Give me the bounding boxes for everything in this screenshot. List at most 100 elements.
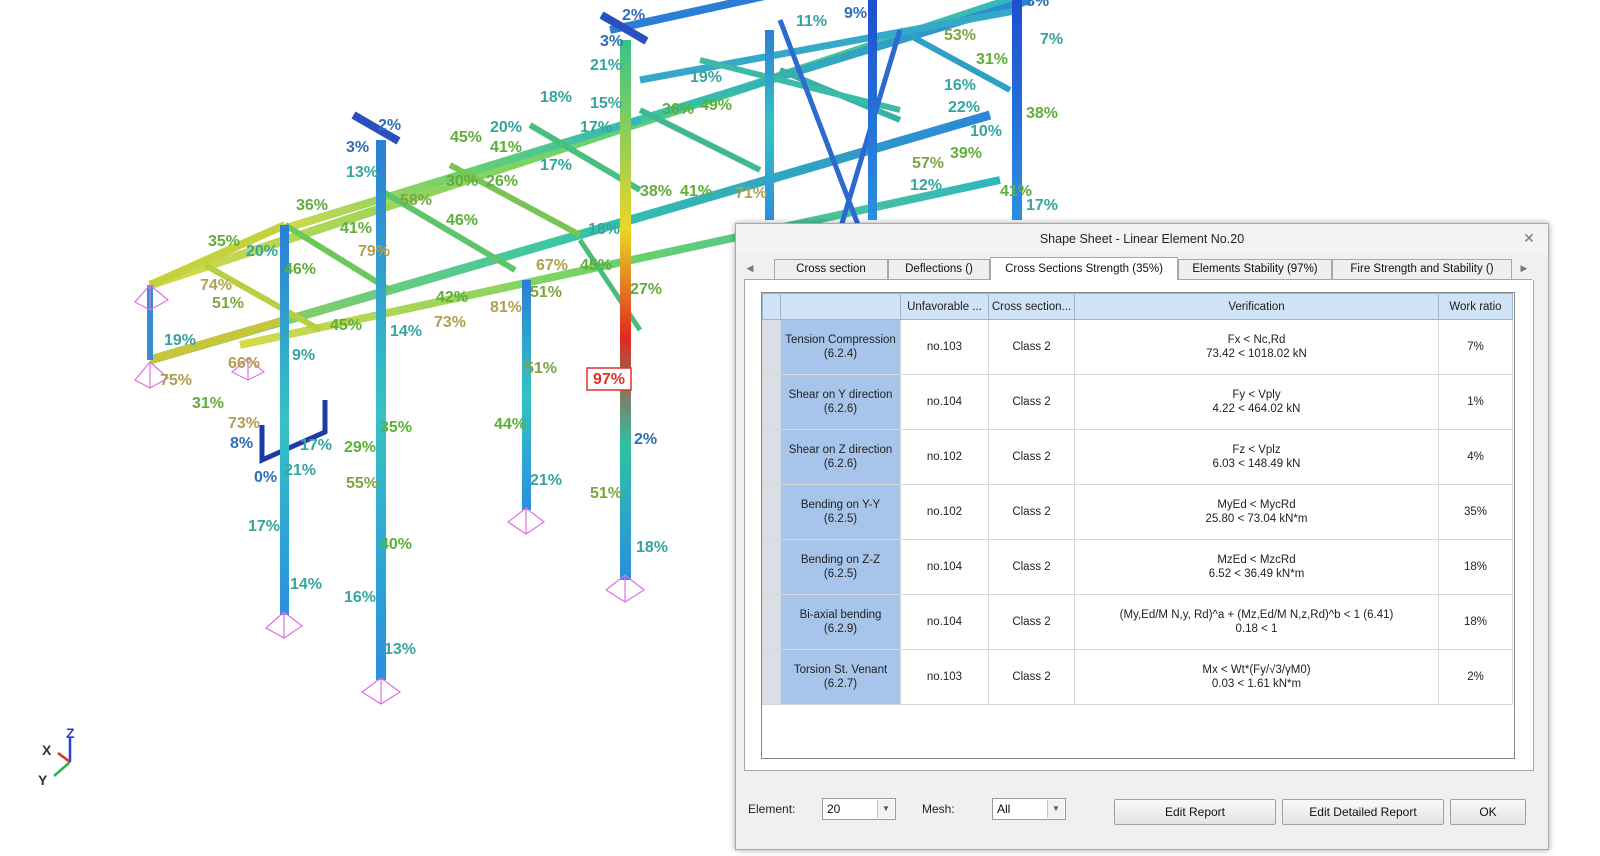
row-selector[interactable] — [762, 649, 781, 705]
edit-report-button[interactable]: Edit Report — [1114, 799, 1276, 825]
tab-cross-section[interactable]: Cross section — [774, 259, 888, 279]
tab-cross-sections-strength[interactable]: Cross Sections Strength (35%) — [990, 257, 1178, 280]
utilization-label: 75% — [160, 372, 192, 389]
unfavorable-node: no.104 — [900, 539, 989, 595]
utilization-label: 46% — [284, 261, 316, 278]
tab-scroll-right-icon[interactable]: ▶ — [1518, 261, 1530, 275]
check-name: Bending on Y-Y (6.2.5) — [780, 484, 901, 540]
mesh-label: Mesh: — [922, 802, 955, 816]
utilization-label: 38% — [640, 183, 672, 200]
tab-panel: Unfavorable ... Cross section... Verific… — [744, 280, 1534, 771]
verification-formula: Fy < Vply 4.22 < 464.02 kN — [1074, 374, 1439, 430]
table-row[interactable]: Tension Compression (6.2.4) no.103 Class … — [762, 319, 1513, 375]
utilization-label: 81% — [490, 299, 522, 316]
chevron-down-icon[interactable]: ▼ — [877, 800, 894, 818]
utilization-label: 51% — [212, 295, 244, 312]
utilization-label: 53% — [944, 27, 976, 44]
z-axis-label: Z — [66, 725, 75, 741]
table-row[interactable]: Torsion St. Venant (6.2.7) no.103 Class 2… — [762, 649, 1513, 705]
utilization-label: 29% — [344, 439, 376, 456]
table-row[interactable]: Shear on Y direction (6.2.6) no.104 Class… — [762, 374, 1513, 430]
dialog-title: Shape Sheet - Linear Element No.20 — [736, 224, 1548, 254]
work-ratio: 18% — [1438, 594, 1513, 650]
utilization-label: 3% — [346, 139, 369, 156]
row-selector[interactable] — [762, 594, 781, 650]
utilization-label: 42% — [436, 289, 468, 306]
work-ratio: 7% — [1438, 319, 1513, 375]
tab-scroll-left-icon[interactable]: ◀ — [744, 261, 756, 275]
utilization-label: 46% — [446, 212, 478, 229]
section-class: Class 2 — [988, 649, 1075, 705]
utilization-label: 51% — [530, 284, 562, 301]
row-selector[interactable] — [762, 539, 781, 595]
edit-detailed-report-button[interactable]: Edit Detailed Report — [1282, 799, 1444, 825]
utilization-label: 35% — [208, 233, 240, 250]
utilization-label: 7% — [1040, 31, 1063, 48]
utilization-label: 21% — [590, 57, 622, 74]
close-icon[interactable]: ✕ — [1522, 231, 1536, 245]
table-row[interactable]: Bi-axial bending (6.2.9) no.104 Class 2 (… — [762, 594, 1513, 650]
section-class: Class 2 — [988, 429, 1075, 485]
row-selector[interactable] — [762, 319, 781, 375]
check-name: Tension Compression (6.2.4) — [780, 319, 901, 375]
column-header-unfavorable[interactable]: Unfavorable ... — [900, 293, 989, 320]
utilization-label: 16% — [944, 77, 976, 94]
utilization-label: 20% — [490, 119, 522, 136]
max-utilization-marker[interactable]: 97% — [586, 367, 632, 391]
mesh-select[interactable]: All ▼ — [992, 798, 1066, 820]
work-ratio: 4% — [1438, 429, 1513, 485]
tab-fire-strength[interactable]: Fire Strength and Stability () — [1332, 259, 1512, 279]
column-header-verification[interactable]: Verification — [1074, 293, 1439, 320]
utilization-label: 9% — [292, 347, 315, 364]
utilization-label: 44% — [494, 416, 526, 433]
verification-grid[interactable]: Unfavorable ... Cross section... Verific… — [761, 292, 1515, 759]
tab-elements-stability[interactable]: Elements Stability (97%) — [1178, 259, 1332, 279]
mesh-select-value: All — [997, 802, 1011, 816]
x-axis-label: X — [42, 742, 52, 758]
verification-formula: Mx < Wt*(Fy/√3/γM0) 0.03 < 1.61 kN*m — [1074, 649, 1439, 705]
chevron-down-icon[interactable]: ▼ — [1047, 800, 1064, 818]
column-header-select[interactable] — [762, 293, 781, 320]
utilization-label: 13% — [346, 164, 378, 181]
row-selector[interactable] — [762, 429, 781, 485]
unfavorable-node: no.103 — [900, 649, 989, 705]
tab-deflections[interactable]: Deflections () — [888, 259, 990, 279]
table-row[interactable]: Shear on Z direction (6.2.6) no.102 Class… — [762, 429, 1513, 485]
axis-triad: Z X Y — [38, 725, 75, 788]
utilization-label: 55% — [346, 475, 378, 492]
column-header-work-ratio[interactable]: Work ratio — [1438, 293, 1513, 320]
utilization-label: 73% — [228, 415, 260, 432]
check-name: Shear on Y direction (6.2.6) — [780, 374, 901, 430]
utilization-label: 19% — [164, 332, 196, 349]
utilization-label: 35% — [380, 419, 412, 436]
ok-button[interactable]: OK — [1450, 799, 1526, 825]
check-name: Bending on Z-Z (6.2.5) — [780, 539, 901, 595]
utilization-label: 51% — [525, 360, 557, 377]
utilization-label: 31% — [976, 51, 1008, 68]
row-selector[interactable] — [762, 484, 781, 540]
utilization-label: 67% — [536, 257, 568, 274]
utilization-label: 8% — [230, 435, 253, 452]
utilization-label: 20% — [246, 243, 278, 260]
table-row[interactable]: Bending on Y-Y (6.2.5) no.102 Class 2 MyE… — [762, 484, 1513, 540]
utilization-label: 17% — [580, 119, 612, 136]
utilization-label: 58% — [400, 192, 432, 209]
element-select[interactable]: 20 ▼ — [822, 798, 896, 820]
utilization-label: 2% — [378, 117, 401, 134]
tab-strip: ◀ Cross section Deflections () Cross Sec… — [744, 257, 1532, 280]
utilization-label: 2% — [634, 431, 657, 448]
utilization-label: 49% — [700, 97, 732, 114]
utilization-label: 36% — [662, 101, 694, 118]
column-header-cross-section[interactable]: Cross section... — [988, 293, 1075, 320]
utilization-label: 15% — [590, 95, 622, 112]
row-selector[interactable] — [762, 374, 781, 430]
utilization-label: 18% — [636, 539, 668, 556]
verification-formula: MzEd < MzcRd 6.52 < 36.49 kN*m — [1074, 539, 1439, 595]
utilization-label: 12% — [910, 177, 942, 194]
element-label: Element: — [748, 802, 796, 816]
utilization-label: 71% — [735, 185, 767, 202]
column-header-check[interactable] — [780, 293, 901, 320]
table-row[interactable]: Bending on Z-Z (6.2.5) no.104 Class 2 MzE… — [762, 539, 1513, 595]
utilization-label: 45% — [450, 129, 482, 146]
max-utilization-label: 97% — [593, 371, 625, 388]
